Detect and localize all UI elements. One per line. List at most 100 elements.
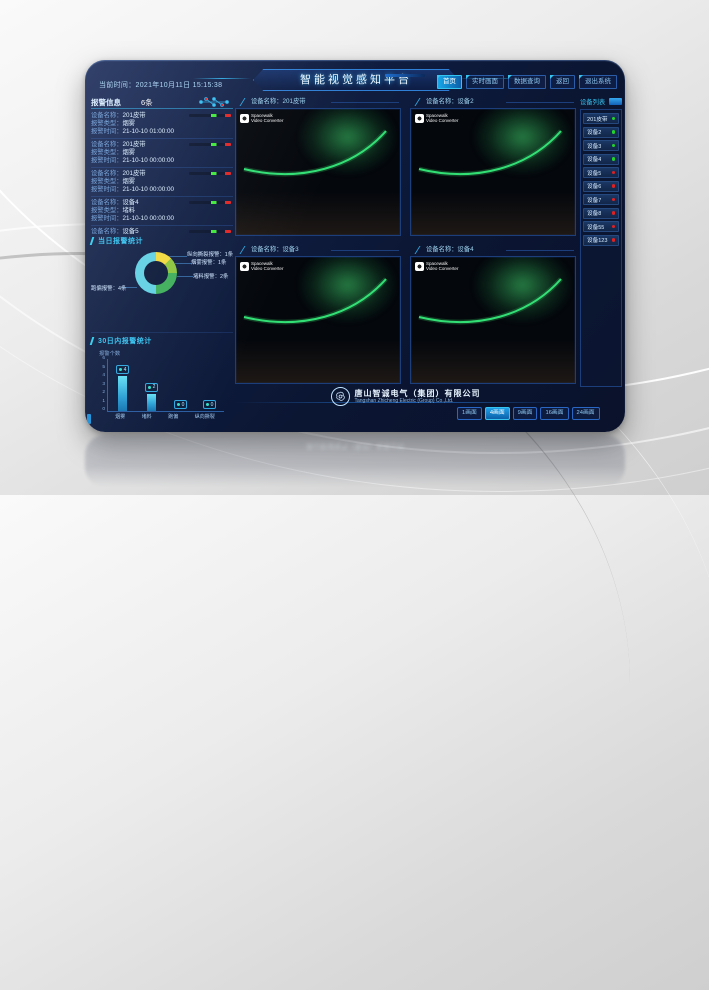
bar-chart-categories: 烟雾堵料 跑偏纵向撕裂 <box>107 413 223 420</box>
alarm-device-value: 设备4 <box>122 199 138 206</box>
status-dot <box>612 211 616 215</box>
donut-leader-line <box>177 276 193 277</box>
video-feed-3[interactable]: SpacewalkVideo Converter <box>235 256 401 384</box>
bar-chart-yticks: 65 43 21 0 <box>97 356 105 412</box>
bar-value-badge: 4 <box>116 365 130 374</box>
top-nav: 首页 实时画面 数据查询 返回 退出系统 <box>437 75 617 89</box>
device-row[interactable]: 设备7 <box>583 194 619 205</box>
device-row[interactable]: 设备5 <box>583 167 619 178</box>
alarm-time-value: 21-10-10 00:00:00 <box>122 215 173 222</box>
alarm-device-label: 设备名称： <box>91 199 122 206</box>
alarm-type-label: 报警类型： <box>91 120 122 127</box>
header-decoration <box>385 74 425 77</box>
video-feed-1[interactable]: SpacewalkVideo Converter <box>235 108 401 236</box>
view-1-button[interactable]: 1画面 <box>457 407 482 420</box>
title-decoration <box>193 78 251 79</box>
alarm-list: 设备名称：201皮带 报警类型：烟雾 报警时间：21-10-10 01:00:0… <box>91 110 233 234</box>
alarm-list-item[interactable]: 设备名称：201皮带 报警类型：烟雾 报警时间：21-10-10 00:00:0… <box>91 168 233 197</box>
donut-leader-line <box>175 263 191 264</box>
device-row[interactable]: 设备8 <box>583 208 619 219</box>
status-dot <box>612 130 616 134</box>
bar-value-badge: 0 <box>203 400 217 409</box>
company-name-cn: 唐山智诚电气（集团）有限公司 <box>355 389 481 398</box>
alarm-time-label: 报警时间： <box>91 128 122 135</box>
device-row[interactable]: 201皮带 <box>583 113 619 124</box>
view-16-button[interactable]: 16画面 <box>540 407 568 420</box>
nav-data-query-button[interactable]: 数据查询 <box>508 75 546 89</box>
device-row[interactable]: 设备55 <box>583 221 619 232</box>
donut-label-tear: 纵向撕裂报警：1条 <box>187 250 233 258</box>
company-name-en: Tangshan Zhicheng Electric (Group) Co.,L… <box>355 398 481 405</box>
video-panel-2-title: 设备名称：设备2 <box>410 96 576 108</box>
alarm-device-label: 设备名称： <box>91 228 122 234</box>
watermark: SpacewalkVideo Converter <box>415 261 458 271</box>
donut-leader-line <box>169 256 187 257</box>
bar-rect <box>147 394 156 411</box>
status-dot <box>612 144 616 148</box>
nav-live-view-button[interactable]: 实时画面 <box>466 75 504 89</box>
alarm-list-item[interactable]: 设备名称：设备5 报警类型：堵料 报警时间：21-10-10 00:00:00 <box>91 226 233 234</box>
bar-value-badge: 2 <box>145 383 159 392</box>
nav-exit-button[interactable]: 退出系统 <box>579 75 617 89</box>
today-stats-title: 当日报警统计 <box>91 236 233 246</box>
watermark: SpacewalkVideo Converter <box>415 113 458 123</box>
video-feed-4[interactable]: SpacewalkVideo Converter <box>410 256 576 384</box>
alarm-panel: 报警信息 6条 设备名称：201皮带 报警类型：烟雾 报警时间：21-10-10… <box>91 96 233 426</box>
laser-line <box>236 257 400 383</box>
alarm-device-label: 设备名称： <box>91 112 122 119</box>
alarm-panel-title: 报警信息 <box>91 97 121 108</box>
view-24-button[interactable]: 24画面 <box>572 407 600 420</box>
alarm-type-label: 报警类型： <box>91 207 122 214</box>
device-row[interactable]: 设备123 <box>583 235 619 246</box>
screen-layout-switcher: 1画面 4画面 9画面 16画面 24画面 <box>457 407 600 420</box>
device-list-toggle-button[interactable] <box>609 98 622 105</box>
laser-line <box>236 109 400 235</box>
today-alarm-stats-section: 当日报警统计 纵向撕裂报警：1条 烟雾报警：1条 堵料报警：2条 跑偏报警：4条 <box>91 236 233 332</box>
alarm-count: 6条 <box>141 97 153 108</box>
alarm-device-label: 设备名称： <box>91 170 122 177</box>
bar-deviation: 0 <box>174 359 188 411</box>
alarm-time-label: 报警时间： <box>91 215 122 222</box>
monthly-stats-title: 30日内报警统计 <box>91 336 233 346</box>
company-footer: 唐山智诚电气（集团）有限公司 Tangshan Zhicheng Electri… <box>235 387 576 406</box>
device-list: 201皮带 设备2 设备3 设备4 设备5 设备6 设备7 设备8 设备55 设… <box>580 109 622 387</box>
video-panel-1-title: 设备名称：201皮带 <box>235 96 401 108</box>
nav-back-button[interactable]: 返回 <box>550 75 575 89</box>
laser-line <box>411 109 575 235</box>
video-panel-2: 设备名称：设备2 SpacewalkVideo Converter <box>410 96 576 236</box>
alarm-time-label: 报警时间： <box>91 157 122 164</box>
alarm-device-label: 设备名称： <box>91 141 122 148</box>
alarm-type-label: 报警类型： <box>91 178 122 185</box>
alarm-device-value: 201皮带 <box>122 170 145 177</box>
alarm-list-item[interactable]: 设备名称：201皮带 报警类型：烟雾 报警时间：21-10-10 00:00:0… <box>91 139 233 168</box>
nav-home-button[interactable]: 首页 <box>437 75 462 89</box>
device-row[interactable]: 设备4 <box>583 154 619 165</box>
corner-accent <box>87 414 91 424</box>
alarm-severity-indicator <box>189 201 231 204</box>
alarm-list-item[interactable]: 设备名称：201皮带 报警类型：烟雾 报警时间：21-10-10 01:00:0… <box>91 110 233 139</box>
topology-icon <box>197 96 231 108</box>
donut-label-deviation: 跑偏报警：4条 <box>91 284 126 292</box>
bar-chart-plot: 4 2 0 0 <box>107 359 224 412</box>
spacewalk-logo-icon <box>415 262 424 271</box>
alarm-device-value: 201皮带 <box>122 141 145 148</box>
status-dot <box>612 225 616 229</box>
watermark: SpacewalkVideo Converter <box>240 113 283 123</box>
view-4-button[interactable]: 4画面 <box>485 407 510 420</box>
status-dot <box>612 117 616 121</box>
video-feed-2[interactable]: SpacewalkVideo Converter <box>410 108 576 236</box>
view-9-button[interactable]: 9画面 <box>513 407 538 420</box>
device-row[interactable]: 设备6 <box>583 181 619 192</box>
company-logo-icon <box>331 387 350 406</box>
alarm-type-value: 烟雾 <box>122 120 135 127</box>
alarm-list-item[interactable]: 设备名称：设备4 报警类型：堵料 报警时间：21-10-10 00:00:00 <box>91 197 233 226</box>
spacewalk-logo-icon <box>415 114 424 123</box>
alarm-severity-indicator <box>189 114 231 117</box>
donut-label-blockage: 堵料报警：2条 <box>193 272 228 280</box>
alarm-type-value: 堵料 <box>122 207 135 214</box>
video-grid: 设备名称：201皮带 SpacewalkVideo Converter 设备名称… <box>235 96 576 386</box>
device-row[interactable]: 设备3 <box>583 140 619 151</box>
alarm-severity-indicator <box>189 230 231 233</box>
device-row[interactable]: 设备2 <box>583 127 619 138</box>
alarm-type-value: 烟雾 <box>122 178 135 185</box>
